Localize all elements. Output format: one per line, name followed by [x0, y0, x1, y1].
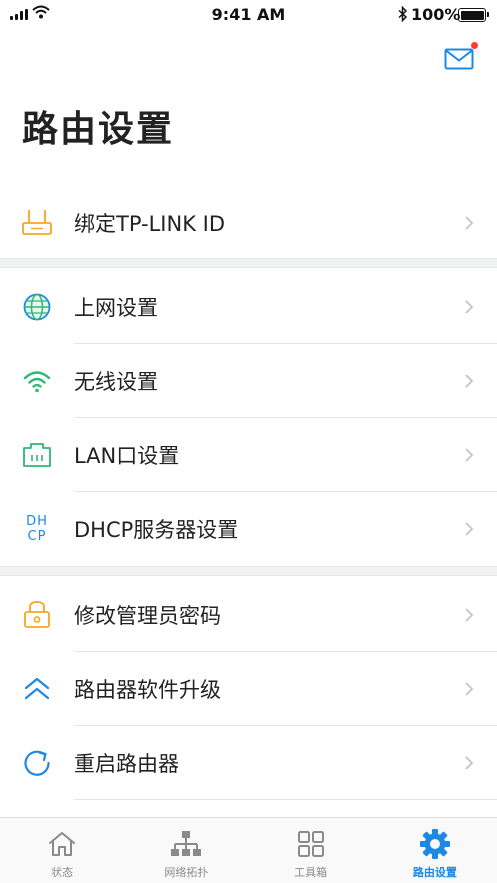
wifi-icon	[21, 366, 53, 396]
chevron-right-icon	[465, 448, 474, 462]
settings-group-network: 上网设置 无线设置 LAN口设置 DH CP DHCP服务器设置	[0, 270, 497, 566]
chevron-right-icon	[465, 300, 474, 314]
settings-gear-icon	[419, 828, 451, 860]
row-label: LAN口设置	[74, 444, 180, 468]
settings-group-system: 修改管理员密码 路由器软件升级 重启路由器	[0, 578, 497, 800]
row-label: 上网设置	[74, 296, 158, 320]
chevron-right-icon	[465, 374, 474, 388]
status-bar: 9:41 AM 100%	[0, 0, 497, 30]
topology-icon	[170, 828, 202, 860]
row-change-admin-password[interactable]: 修改管理员密码	[0, 578, 497, 652]
section-separator	[0, 258, 497, 268]
chevron-right-icon	[465, 682, 474, 696]
restart-icon	[21, 748, 53, 778]
battery-icon	[458, 8, 489, 22]
bluetooth-icon	[398, 6, 408, 22]
row-wireless-settings[interactable]: 无线设置	[0, 344, 497, 418]
router-icon	[21, 208, 53, 238]
row-reboot-router[interactable]: 重启路由器	[0, 726, 497, 800]
home-icon	[46, 828, 78, 860]
row-lan-settings[interactable]: LAN口设置	[0, 418, 497, 492]
settings-group-account: 绑定TP-LINK ID	[0, 186, 497, 260]
tab-label: 状态	[51, 866, 74, 879]
battery-percentage: 100%	[411, 5, 461, 24]
row-firmware-upgrade[interactable]: 路由器软件升级	[0, 652, 497, 726]
tab-label: 路由设置	[412, 866, 457, 879]
row-label: 修改管理员密码	[74, 604, 221, 628]
tab-label: 网络拓扑	[164, 866, 209, 879]
tab-status[interactable]: 状态	[0, 818, 124, 883]
row-label: 路由器软件升级	[74, 678, 221, 702]
tab-label: 工具箱	[294, 866, 328, 879]
globe-icon	[21, 292, 53, 322]
lock-icon	[21, 600, 53, 630]
tab-toolbox[interactable]: 工具箱	[249, 818, 373, 883]
row-internet-settings[interactable]: 上网设置	[0, 270, 497, 344]
row-dhcp-settings[interactable]: DH CP DHCP服务器设置	[0, 492, 497, 566]
row-label: DHCP服务器设置	[74, 518, 239, 542]
chevron-right-icon	[465, 608, 474, 622]
tab-router-settings[interactable]: 路由设置	[373, 818, 497, 883]
tab-network-topology[interactable]: 网络拓扑	[124, 818, 248, 883]
section-separator	[0, 566, 497, 576]
row-label: 重启路由器	[74, 752, 179, 776]
lan-port-icon	[21, 440, 53, 470]
page-title: 路由设置	[22, 109, 175, 150]
row-label: 绑定TP-LINK ID	[74, 212, 226, 236]
row-divider	[74, 799, 497, 800]
row-label: 无线设置	[74, 370, 158, 394]
messages-button[interactable]	[444, 42, 478, 70]
mail-icon	[444, 48, 474, 70]
chevron-right-icon	[465, 216, 474, 230]
unread-badge	[471, 42, 478, 49]
dhcp-icon: DH CP	[26, 514, 48, 544]
upgrade-icon	[21, 674, 53, 704]
chevron-right-icon	[465, 756, 474, 770]
row-bind-tplink-id[interactable]: 绑定TP-LINK ID	[0, 186, 497, 260]
toolbox-grid-icon	[295, 828, 327, 860]
bottom-tab-bar: 状态 网络拓扑 工具箱 路由设置	[0, 817, 497, 883]
chevron-right-icon	[465, 522, 474, 536]
